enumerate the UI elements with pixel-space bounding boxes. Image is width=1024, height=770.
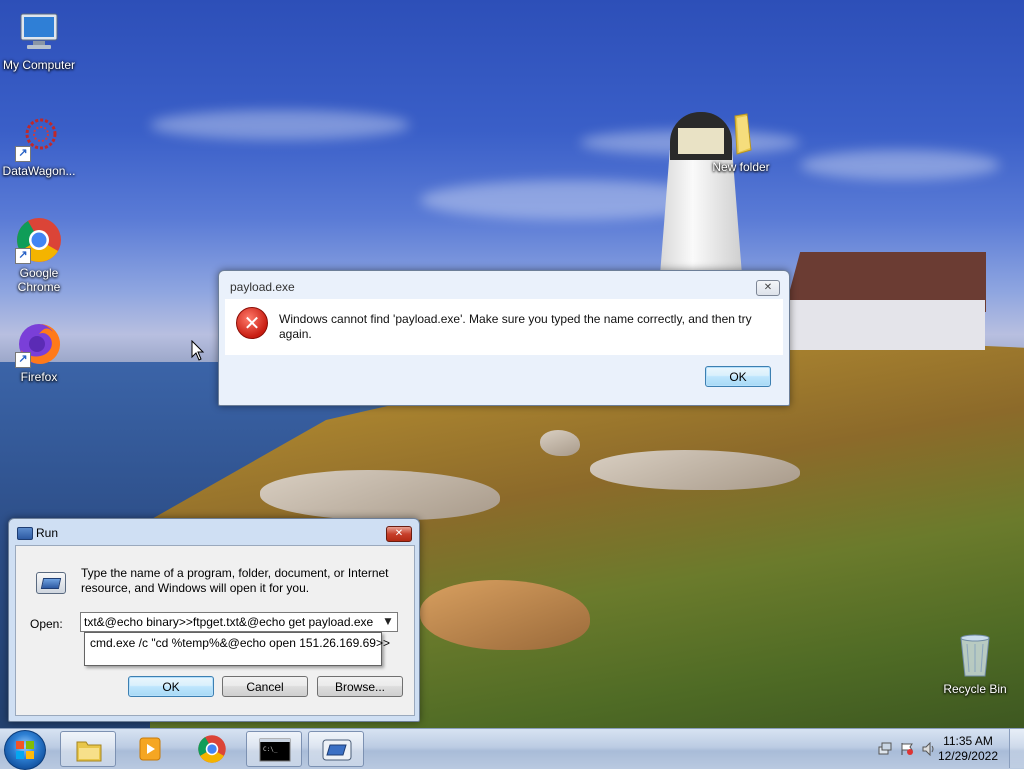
- desktop-icon-recycle-bin[interactable]: Recycle Bin: [936, 632, 1014, 696]
- taskbar-chrome[interactable]: [184, 731, 240, 767]
- shortcut-arrow-icon: ↗: [15, 352, 31, 368]
- cmd-icon: C:\_: [259, 738, 291, 762]
- desktop-icon-datawagon[interactable]: ↗ DataWagon...: [0, 114, 78, 178]
- desktop-icon-label: DataWagon...: [2, 164, 76, 178]
- chevron-down-icon[interactable]: ▼: [379, 613, 397, 631]
- browse-button[interactable]: Browse...: [317, 676, 403, 697]
- error-dialog: payload.exe ✕ ✕ Windows cannot find 'pay…: [218, 270, 790, 406]
- taskbar-cmd[interactable]: C:\_: [246, 731, 302, 767]
- error-dialog-title: payload.exe: [230, 280, 295, 294]
- folder-icon: [717, 110, 765, 158]
- house-wall: [790, 300, 985, 350]
- open-combobox[interactable]: ▼: [80, 612, 398, 632]
- taskbar-explorer[interactable]: [60, 731, 116, 767]
- volume-icon[interactable]: [922, 742, 936, 756]
- chrome-icon: [198, 735, 226, 763]
- error-dialog-body: ✕ Windows cannot find 'payload.exe'. Mak…: [225, 299, 783, 355]
- autocomplete-dropdown[interactable]: cmd.exe /c "cd %temp%&@echo open 151.26.…: [84, 632, 390, 666]
- error-dialog-titlebar[interactable]: payload.exe ✕: [219, 271, 789, 299]
- recycle-bin-icon: [951, 632, 999, 680]
- datawagon-icon: ↗: [15, 114, 63, 162]
- mouse-cursor-icon: [191, 340, 205, 361]
- cloud: [800, 150, 1000, 180]
- error-icon: ✕: [236, 307, 268, 339]
- desktop-icon-label: Recycle Bin: [943, 682, 1007, 696]
- firefox-icon: ↗: [15, 320, 63, 368]
- ok-button[interactable]: OK: [128, 676, 214, 697]
- system-tray: 11:35 AM 12/29/2022: [864, 729, 1024, 769]
- run-dialog-body: Type the name of a program, folder, docu…: [15, 545, 415, 716]
- start-button[interactable]: [4, 730, 46, 770]
- chrome-icon: ↗: [15, 216, 63, 264]
- network-icon[interactable]: [878, 742, 892, 756]
- taskbar-run[interactable]: [308, 731, 364, 767]
- ok-button[interactable]: OK: [705, 366, 771, 387]
- close-button[interactable]: ✕: [386, 526, 412, 542]
- run-icon: [322, 739, 352, 761]
- clock[interactable]: 11:35 AM 12/29/2022: [938, 734, 998, 764]
- media-player-icon: [139, 737, 161, 761]
- open-input[interactable]: [84, 614, 374, 630]
- close-button[interactable]: ✕: [756, 280, 780, 296]
- action-center-flag-icon[interactable]: [900, 742, 914, 756]
- cancel-button[interactable]: Cancel: [222, 676, 308, 697]
- run-icon: [17, 527, 33, 540]
- desktop-icon-firefox[interactable]: ↗ Firefox: [0, 320, 78, 384]
- taskbar-media-player[interactable]: [122, 731, 178, 767]
- desktop-icon-label: Firefox: [20, 370, 58, 384]
- autocomplete-item[interactable]: cmd.exe /c "cd %temp%&@echo open 151.26.…: [90, 636, 390, 650]
- desktop-icon-label: New folder: [712, 160, 770, 174]
- run-dialog-title: Run: [36, 526, 59, 540]
- open-label: Open:: [30, 617, 63, 631]
- shortcut-arrow-icon: ↗: [15, 248, 31, 264]
- desktop-icon-google-chrome[interactable]: ↗ Google Chrome: [0, 216, 78, 294]
- run-program-icon: [36, 572, 66, 594]
- desktop-icon-label: My Computer: [2, 58, 76, 72]
- explorer-icon: [76, 741, 102, 762]
- cloud: [150, 110, 410, 140]
- show-desktop-button[interactable]: [1009, 729, 1024, 768]
- windows-logo-icon: [16, 741, 34, 759]
- rock: [590, 450, 800, 490]
- run-dialog: Run ✕ Type the name of a program, folder…: [8, 518, 420, 722]
- desktop-icon-new-folder[interactable]: New folder: [702, 110, 780, 174]
- desktop-icon-label: Google Chrome: [17, 266, 61, 294]
- clock-time: 11:35 AM: [943, 734, 993, 748]
- svg-text:C:\_: C:\_: [263, 746, 278, 753]
- taskbar: C:\_ 11:35 AM 12/29/2022: [0, 728, 1024, 770]
- run-description: Type the name of a program, folder, docu…: [81, 566, 389, 595]
- rock: [540, 430, 580, 456]
- desktop-icon-my-computer[interactable]: My Computer: [0, 8, 78, 72]
- shortcut-arrow-icon: ↗: [15, 146, 31, 162]
- computer-icon: [15, 8, 63, 56]
- error-message: Windows cannot find 'payload.exe'. Make …: [279, 312, 752, 341]
- clock-date: 12/29/2022: [937, 749, 998, 763]
